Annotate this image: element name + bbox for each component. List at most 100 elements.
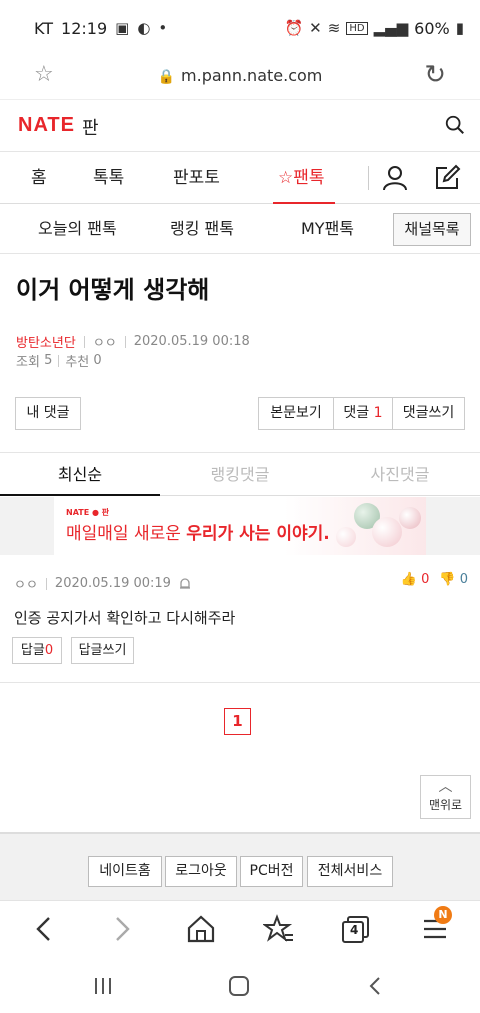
notification-badge: N — [434, 906, 452, 924]
banner-brand: NATE ● 판 — [66, 508, 110, 517]
scroll-top-button[interactable]: ︿ 맨위로 — [420, 775, 471, 819]
comment-meta: ㅇㅇ 2020.05.19 00:19 — [14, 574, 191, 593]
comments-button[interactable]: 댓글 1 — [333, 397, 393, 430]
page-number[interactable]: 1 — [224, 708, 251, 735]
subnav-ranking[interactable]: 랭킹 팬톡 — [170, 204, 234, 254]
back-icon[interactable] — [28, 913, 60, 945]
comment-votes: 👍 0 👎 0 — [401, 572, 468, 587]
comment-author: ㅇㅇ — [14, 578, 38, 593]
footer-nate-home[interactable]: 네이트홈 — [88, 856, 162, 887]
site-header: NATE 판 — [0, 100, 480, 152]
ad-banner[interactable]: NATE ● 판 매일매일 새로운 우리가 사는 이야기. — [54, 497, 426, 555]
tab-toktok[interactable]: 톡톡 — [93, 152, 124, 204]
post-date: 2020.05.19 00:18 — [133, 334, 250, 349]
url-text: m.pann.nate.com — [181, 66, 323, 85]
subnav-my[interactable]: MY팬톡 — [301, 204, 354, 254]
comments-count: 1 — [373, 405, 383, 421]
comments-label: 댓글 — [343, 405, 370, 421]
post-author: ㅇㅇ — [92, 336, 117, 351]
signal-icon: ▂▄▆ — [373, 19, 409, 37]
reply-label: 답글 — [20, 643, 45, 658]
footer: 네이트홈 로그아웃 PC버전 전체서비스 — [0, 832, 480, 900]
pearl-decoration — [372, 517, 402, 547]
reply-write-button[interactable]: 답글쓰기 — [71, 637, 134, 664]
channel-list-button[interactable]: 채널목록 — [393, 213, 471, 246]
banner-text-plain: 매일매일 새로운 — [66, 524, 187, 544]
main-nav: 홈 톡톡 판포토 ☆팬톡 — [0, 152, 480, 204]
nate-logo[interactable]: NATE — [18, 114, 75, 137]
divider — [0, 452, 480, 453]
tabs-count: 4 — [350, 923, 359, 937]
downvote-count: 0 — [459, 572, 468, 587]
divider — [83, 335, 85, 348]
system-back-icon[interactable] — [364, 975, 386, 997]
recent-apps-icon[interactable] — [92, 975, 114, 997]
pearl-decoration — [336, 527, 356, 547]
battery-level: 60% — [414, 18, 450, 38]
views-label: 조회 — [16, 355, 40, 370]
tab-pannphoto[interactable]: 판포토 — [173, 152, 220, 204]
report-bell-icon[interactable] — [179, 577, 191, 590]
post-category[interactable]: 방탄소년단 — [16, 332, 76, 351]
tab-fantok[interactable]: ☆팬톡 — [273, 152, 335, 204]
app-icon: ◐ — [137, 19, 151, 37]
recommend-label: 추천 — [65, 355, 90, 370]
mute-icon: ✕ — [309, 19, 322, 37]
divider — [368, 166, 369, 190]
tab-latest[interactable]: 최신순 — [0, 454, 160, 496]
post-stats: 조회 5 추천 0 — [16, 351, 102, 370]
home-icon[interactable] — [185, 913, 217, 945]
downvote-button[interactable]: 👎 0 — [439, 572, 468, 587]
pearl-decoration — [399, 507, 421, 529]
star-icon: ☆ — [278, 168, 294, 188]
divider — [124, 335, 126, 348]
bookmarks-icon[interactable] — [263, 913, 295, 945]
search-icon[interactable] — [444, 114, 466, 136]
tab-fantok-label: 팬톡 — [293, 168, 325, 188]
divider — [0, 682, 480, 683]
scroll-top-label: 맨위로 — [428, 798, 463, 812]
status-bar: KT 12:19 ▣ ◐ • ⏰ ✕ ≋ HD ▂▄▆ 60% ▮ — [0, 0, 480, 56]
hd-icon: HD — [346, 21, 368, 35]
ad-banner-area: NATE ● 판 매일매일 새로운 우리가 사는 이야기. — [0, 497, 480, 555]
view-body-button[interactable]: 본문보기 — [258, 397, 334, 430]
tab-ranking-comments[interactable]: 랭킹댓글 — [160, 454, 320, 496]
user-icon[interactable] — [382, 165, 408, 191]
pann-label[interactable]: 판 — [82, 114, 99, 140]
upvote-button[interactable]: 👍 0 — [401, 572, 430, 587]
write-comment-button[interactable]: 댓글쓰기 — [392, 397, 465, 430]
thumbs-down-icon: 👎 — [439, 572, 456, 587]
footer-all-services[interactable]: 전체서비스 — [307, 856, 393, 887]
battery-icon: ▮ — [455, 19, 464, 37]
reply-button[interactable]: 답글0 — [12, 637, 62, 664]
banner-text: 매일매일 새로운 우리가 사는 이야기. — [66, 519, 330, 544]
browser-toolbar: 4 — [0, 900, 480, 958]
clock: 12:19 — [61, 18, 108, 38]
footer-logout[interactable]: 로그아웃 — [165, 856, 237, 887]
tab-photo-comments[interactable]: 사진댓글 — [320, 454, 480, 496]
post-title: 이거 어떻게 생각해 — [16, 276, 210, 304]
my-comments-button[interactable]: 내 댓글 — [15, 397, 81, 430]
carrier: KT — [34, 18, 54, 38]
lock-icon: 🔒 — [157, 69, 176, 85]
footer-pc-version[interactable]: PC버전 — [240, 856, 303, 887]
url-bar: ☆ 🔒 m.pann.nate.com ↻ — [0, 56, 480, 100]
comment-body: 인증 공지가서 확인하고 다시해주라 — [14, 609, 236, 627]
recommend-count: 0 — [93, 353, 102, 368]
wifi-icon: ≋ — [327, 19, 341, 37]
thumbs-up-icon: 👍 — [400, 572, 417, 587]
forward-icon[interactable] — [106, 913, 138, 945]
system-home-icon[interactable] — [228, 975, 250, 997]
gallery-icon: ▣ — [115, 19, 130, 37]
banner-text-bold: 우리가 사는 이야기. — [186, 524, 330, 544]
tabs-button[interactable]: 4 — [340, 913, 372, 945]
write-icon[interactable] — [433, 164, 461, 192]
system-nav — [0, 958, 480, 1013]
divider — [58, 354, 60, 367]
address[interactable]: 🔒 m.pann.nate.com — [0, 66, 480, 85]
reload-icon[interactable]: ↻ — [424, 60, 446, 90]
comment-tabs: 최신순 랭킹댓글 사진댓글 — [0, 454, 480, 496]
tab-home[interactable]: 홈 — [31, 152, 47, 204]
subnav-today[interactable]: 오늘의 팬톡 — [38, 204, 117, 254]
upvote-count: 0 — [421, 572, 430, 587]
